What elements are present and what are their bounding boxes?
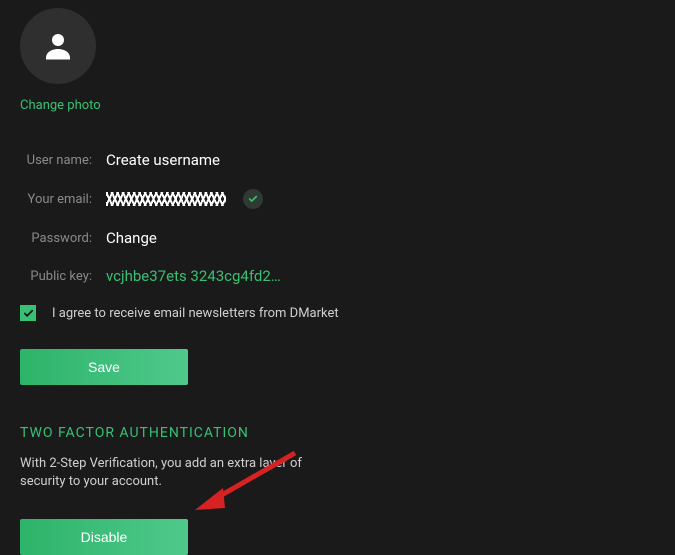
twofa-description: With 2-Step Verification, you add an ext…	[20, 455, 320, 491]
password-label: Password:	[20, 231, 92, 246]
publickey-label: Public key:	[20, 269, 92, 284]
verified-badge	[243, 189, 263, 209]
save-button[interactable]: Save	[20, 349, 188, 385]
avatar[interactable]	[20, 8, 96, 84]
username-field[interactable]: Create username	[106, 151, 220, 169]
checkmark-icon	[248, 194, 258, 204]
disable-twofa-button[interactable]: Disable	[20, 519, 188, 555]
person-icon	[40, 28, 76, 64]
password-change-link[interactable]: Change	[106, 229, 157, 247]
newsletter-checkbox[interactable]	[20, 305, 36, 321]
email-value	[106, 192, 226, 206]
twofa-section-title: TWO FACTOR AUTHENTICATION	[20, 425, 655, 441]
checkmark-icon	[23, 308, 34, 319]
email-label: Your email:	[20, 192, 92, 207]
publickey-value[interactable]: vcjhbe37ets 3243cg4fd2…	[106, 267, 281, 285]
change-photo-link[interactable]: Change photo	[20, 98, 101, 113]
username-label: User name:	[20, 153, 92, 168]
newsletter-consent-text: I agree to receive email newsletters fro…	[52, 306, 339, 321]
